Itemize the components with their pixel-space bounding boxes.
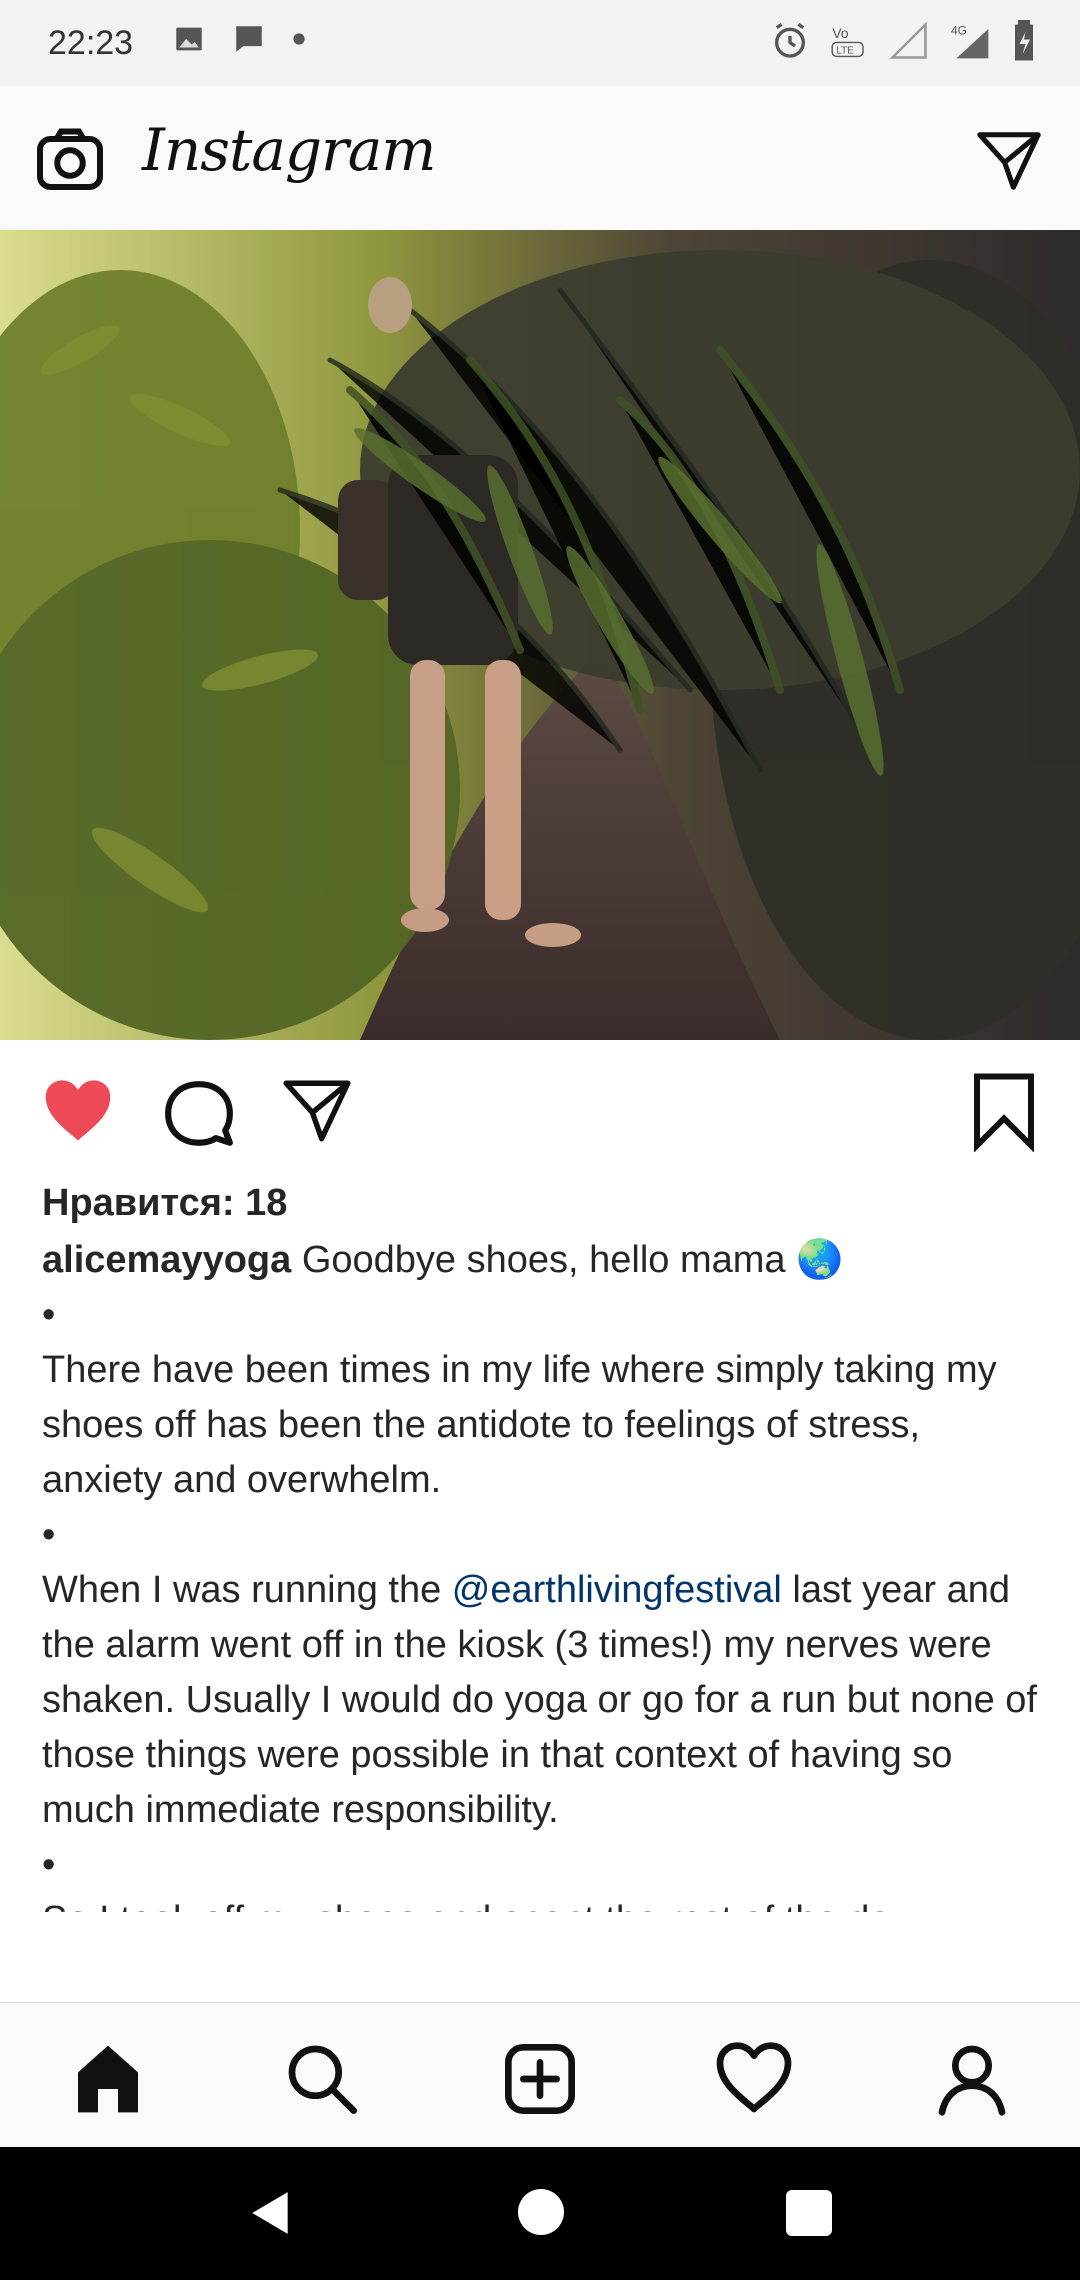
status-bar: 22:23 Vo LTE 4G xyxy=(0,0,1080,86)
battery-icon xyxy=(1015,20,1033,61)
svg-text:Vo: Vo xyxy=(832,25,849,41)
post-caption: Нравится: 18 alicemayyoga Goodbye shoes,… xyxy=(42,1176,1042,2003)
mention-link[interactable]: @earthlivingfestival xyxy=(452,1569,782,1611)
post-actions xyxy=(0,1040,1080,1180)
status-right-icons: Vo LTE 4G xyxy=(770,20,1036,62)
content-cutoff xyxy=(0,1912,1080,2002)
bullet-separator: • xyxy=(42,1294,56,1336)
bottom-navigation xyxy=(0,2002,1080,2148)
app-header: Instagram xyxy=(0,86,1080,231)
direct-message-icon[interactable] xyxy=(972,126,1046,196)
back-icon[interactable] xyxy=(246,2187,296,2239)
caption-opening-text: Goodbye shoes, hello mama 🌏 xyxy=(301,1239,844,1281)
home-icon[interactable] xyxy=(68,2039,148,2119)
bullet-separator: • xyxy=(42,1514,56,1556)
dot-icon xyxy=(293,33,305,45)
bullet-separator: • xyxy=(42,1844,56,1886)
caption-paragraph-2: When I was running the @earthlivingfesti… xyxy=(42,1563,1042,1838)
volte-icon: Vo LTE xyxy=(831,25,864,58)
4g-signal-icon: 4G xyxy=(951,23,989,59)
search-icon[interactable] xyxy=(282,2039,362,2119)
share-icon[interactable] xyxy=(276,1074,358,1148)
alarm-icon xyxy=(775,22,805,58)
recents-icon[interactable] xyxy=(786,2190,832,2236)
bookmark-icon[interactable] xyxy=(968,1070,1040,1152)
caption-first-line: alicemayyoga Goodbye shoes, hello mama 🌏 xyxy=(42,1233,1042,1288)
caption-paragraph-1: There have been times in my life where s… xyxy=(42,1349,997,1501)
instagram-logo: Instagram xyxy=(142,116,436,184)
post-username[interactable]: alicemayyoga xyxy=(42,1239,291,1281)
activity-icon[interactable] xyxy=(714,2039,794,2119)
camera-icon[interactable] xyxy=(34,124,106,196)
status-left-icons xyxy=(172,22,306,56)
caption-paragraph-2-start: When I was running the xyxy=(42,1569,452,1611)
comment-icon[interactable] xyxy=(160,1078,238,1152)
system-navigation xyxy=(0,2147,1080,2280)
signal-icon xyxy=(889,22,927,59)
status-time: 22:23 xyxy=(48,24,134,62)
post-image[interactable] xyxy=(0,230,1080,1040)
add-icon[interactable] xyxy=(500,2039,580,2119)
svg-text:4G: 4G xyxy=(951,23,967,37)
profile-icon[interactable] xyxy=(932,2039,1012,2119)
image-icon xyxy=(176,27,202,51)
svg-text:LTE: LTE xyxy=(836,46,854,57)
home-circle-icon[interactable] xyxy=(518,2189,564,2235)
message-icon xyxy=(236,26,262,52)
post-photo-illustration xyxy=(0,230,1080,1040)
heart-icon[interactable] xyxy=(38,1074,118,1150)
likes-count[interactable]: Нравится: 18 xyxy=(42,1176,1042,1231)
